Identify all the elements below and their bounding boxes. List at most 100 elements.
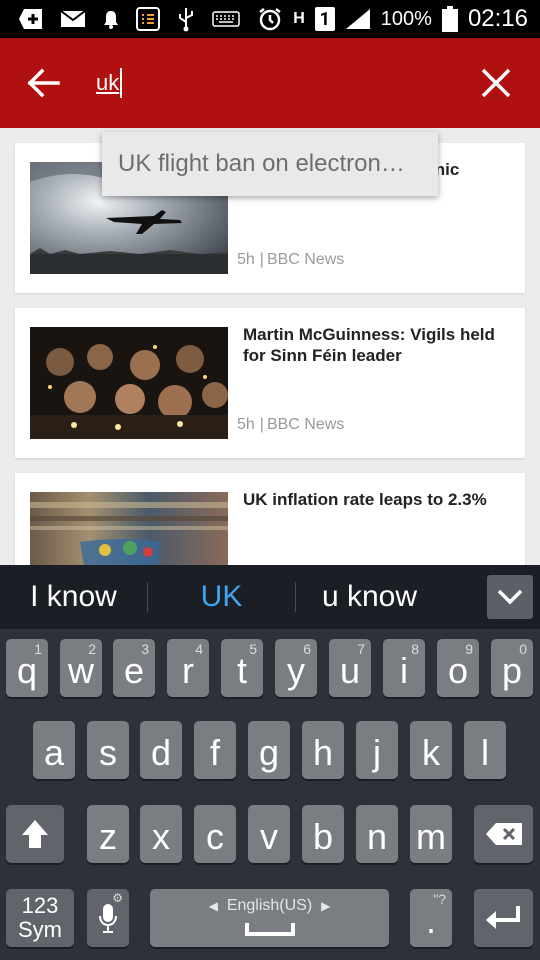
- search-suggestion-item[interactable]: UK flight ban on electron…: [102, 132, 438, 196]
- key-l[interactable]: l: [464, 721, 506, 779]
- key-label: x: [152, 816, 170, 857]
- language-right-arrow-icon: ▶: [321, 899, 331, 913]
- text-cursor: [120, 68, 122, 98]
- key-hint: 1: [34, 641, 42, 657]
- key-k[interactable]: k: [410, 721, 452, 779]
- key-label: z: [99, 816, 117, 857]
- key-n[interactable]: n: [356, 805, 398, 863]
- keyboard-suggestion[interactable]: I know: [0, 565, 147, 629]
- list-app-icon: [136, 0, 160, 38]
- key-label: c: [206, 816, 224, 857]
- key-c[interactable]: c: [194, 805, 236, 863]
- key-label: i: [400, 650, 408, 691]
- key-f[interactable]: f: [194, 721, 236, 779]
- article-time: 5h: [237, 251, 255, 268]
- chevron-down-icon: [497, 589, 523, 605]
- keyboard-suggestion[interactable]: u know: [296, 565, 443, 629]
- key-label: d: [150, 732, 172, 773]
- search-app-bar: [0, 38, 540, 128]
- key-w[interactable]: 2w: [60, 639, 102, 697]
- key-b[interactable]: b: [302, 805, 344, 863]
- key-label: j: [373, 732, 381, 773]
- key-t[interactable]: 5t: [221, 639, 263, 697]
- key-label: l: [481, 732, 489, 773]
- key-o[interactable]: 9o: [437, 639, 479, 697]
- keyboard-icon: [212, 0, 240, 38]
- period-key[interactable]: "? .: [410, 889, 452, 947]
- battery-icon: [441, 0, 458, 38]
- key-hint: 2: [88, 641, 96, 657]
- space-key-language: ◀ English(US) ▶: [150, 897, 389, 915]
- article-source: BBC News: [266, 251, 345, 268]
- voice-input-key[interactable]: ⚙: [87, 889, 129, 947]
- key-a[interactable]: a: [33, 721, 75, 779]
- space-key[interactable]: ◀ English(US) ▶: [150, 889, 389, 947]
- key-hint: 5: [249, 641, 257, 657]
- article-thumbnail-vigil: [30, 327, 228, 439]
- article-card[interactable]: Martin McGuinness: Vigils held for Sinn …: [15, 308, 525, 458]
- key-hint: 0: [519, 641, 527, 657]
- article-thumbnail-shopping: [30, 492, 228, 565]
- shift-key[interactable]: [6, 805, 64, 863]
- alarm-icon: [257, 0, 283, 38]
- sim-label: 1: [319, 8, 330, 30]
- key-label: v: [260, 816, 278, 857]
- backspace-icon: [485, 823, 522, 845]
- key-g[interactable]: g: [248, 721, 290, 779]
- symbols-key-label: 123 Sym: [18, 894, 62, 942]
- search-input[interactable]: [96, 64, 436, 102]
- key-u[interactable]: 7u: [329, 639, 371, 697]
- symbols-key-line2: Sym: [18, 917, 62, 942]
- space-bar-icon: [244, 923, 295, 936]
- enter-arrow-icon: [485, 906, 520, 929]
- network-type-label: H: [293, 10, 305, 27]
- key-s[interactable]: s: [87, 721, 129, 779]
- key-z[interactable]: z: [87, 805, 129, 863]
- back-button[interactable]: [26, 66, 62, 100]
- key-q[interactable]: 1q: [6, 639, 48, 697]
- key-e[interactable]: 3e: [113, 639, 155, 697]
- key-p[interactable]: 0p: [491, 639, 533, 697]
- key-hint: 6: [303, 641, 311, 657]
- settings-gear-hint-icon: ⚙: [112, 891, 123, 905]
- enter-key[interactable]: [474, 889, 533, 947]
- clock: 02:16: [467, 5, 528, 32]
- collapse-suggestions-button[interactable]: [487, 575, 533, 619]
- status-bar: H 1 100% 02:16: [0, 0, 540, 38]
- backspace-key[interactable]: [474, 805, 533, 863]
- key-r[interactable]: 4r: [167, 639, 209, 697]
- key-label: n: [366, 816, 388, 857]
- clear-search-button[interactable]: [479, 66, 513, 100]
- key-x[interactable]: x: [140, 805, 182, 863]
- keyboard-suggestion-strip: I know UK u know: [0, 565, 540, 629]
- keyboard-suggestion-selected[interactable]: UK: [148, 565, 295, 629]
- key-d[interactable]: d: [140, 721, 182, 779]
- key-h[interactable]: h: [302, 721, 344, 779]
- symbols-key[interactable]: 123 Sym: [6, 889, 74, 947]
- signal-icon: [345, 0, 371, 38]
- shift-arrow-icon: [22, 820, 48, 848]
- key-label: a: [43, 732, 65, 773]
- key-label: f: [209, 732, 220, 773]
- key-y[interactable]: 6y: [275, 639, 317, 697]
- key-label: h: [312, 732, 334, 773]
- arrow-back-icon: [27, 68, 60, 98]
- close-icon: [481, 68, 511, 98]
- article-headline: Martin McGuinness: Vigils held for Sinn …: [243, 325, 495, 365]
- key-label: b: [312, 816, 334, 857]
- soft-keyboard: 1q 2w 3e 4r 5t 6y 7u 8i 9o 0p a s d f g …: [0, 629, 540, 960]
- key-j[interactable]: j: [356, 721, 398, 779]
- key-i[interactable]: 8i: [383, 639, 425, 697]
- key-v[interactable]: v: [248, 805, 290, 863]
- email-icon: [60, 0, 86, 38]
- article-card[interactable]: UK inflation rate leaps to 2.3%: [15, 473, 525, 565]
- key-hint: 8: [411, 641, 419, 657]
- key-label: t: [236, 650, 247, 691]
- article-meta: 5h | BBC News: [237, 416, 345, 433]
- article-meta: 5h | BBC News: [237, 251, 345, 268]
- article-source: BBC News: [266, 416, 345, 433]
- sim-indicator: 1: [314, 7, 335, 31]
- key-m[interactable]: m: [410, 805, 452, 863]
- key-hint: 4: [195, 641, 203, 657]
- usb-icon: [176, 0, 196, 38]
